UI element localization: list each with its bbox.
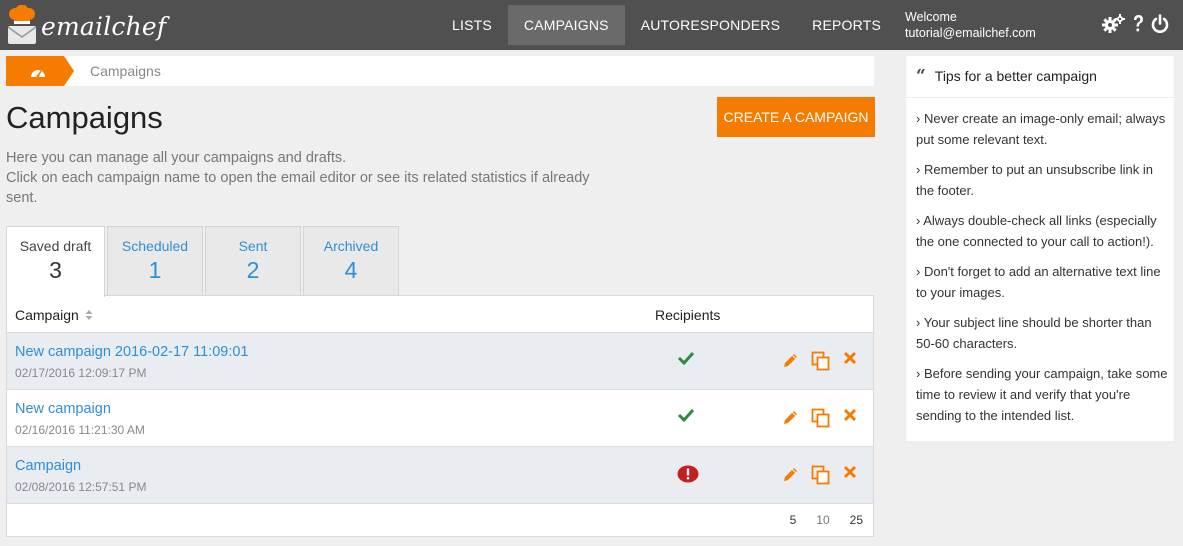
tab-sent[interactable]: Sent 2 xyxy=(205,226,301,295)
tab-archived[interactable]: Archived 4 xyxy=(303,226,399,295)
tip-item: › Always double-check all links (especia… xyxy=(916,213,1157,249)
tip-item: › Your subject line should be shorter th… xyxy=(916,315,1152,351)
description-line-1: Here you can manage all your campaigns a… xyxy=(6,150,347,166)
gears-icon[interactable] xyxy=(1102,14,1125,39)
delete-icon[interactable] xyxy=(843,465,857,484)
campaign-date: 02/16/2016 11:21:30 AM xyxy=(15,423,145,437)
tip-text: Don't forget to add an alternative text … xyxy=(916,264,1161,300)
question-icon[interactable] xyxy=(1132,14,1144,39)
quote-icon: “ xyxy=(916,66,926,86)
tip-item: › Never create an image-only email; alwa… xyxy=(916,111,1166,147)
description-line-2: Click on each campaign name to open the … xyxy=(6,170,590,206)
tab-count: 1 xyxy=(148,257,162,283)
campaign-date: 02/08/2016 12:57:51 PM xyxy=(15,480,147,494)
tab-scheduled[interactable]: Scheduled 1 xyxy=(107,226,203,295)
power-icon[interactable] xyxy=(1151,14,1169,39)
welcome-label: Welcome xyxy=(905,10,957,24)
table-row: New campaign 02/16/2016 11:21:30 AM xyxy=(7,390,873,447)
pencil-icon[interactable] xyxy=(782,408,800,431)
main-nav: LISTS CAMPAIGNS AUTORESPONDERS REPORTS xyxy=(436,5,897,45)
top-icon-group xyxy=(1102,14,1169,39)
campaign-name-link[interactable]: New campaign xyxy=(15,401,111,417)
page-size-option[interactable]: 25 xyxy=(850,513,863,527)
campaigns-table: Campaign Recipients New campaign 2016-02… xyxy=(6,295,874,537)
user-email: tutorial@emailchef.com xyxy=(905,26,1036,40)
nav-campaigns[interactable]: CAMPAIGNS xyxy=(507,5,625,45)
tab-saved-draft[interactable]: Saved draft 3 xyxy=(6,226,105,297)
duplicate-icon[interactable] xyxy=(811,465,831,490)
tab-count: 4 xyxy=(344,257,358,283)
table-row: Campaign 02/08/2016 12:57:51 PM xyxy=(7,447,873,504)
tip-text: Your subject line should be shorter than… xyxy=(916,315,1152,351)
campaign-name-link[interactable]: New campaign 2016-02-17 11:09:01 xyxy=(15,344,249,360)
delete-icon[interactable] xyxy=(843,408,857,427)
campaign-name-link[interactable]: Campaign xyxy=(15,458,81,474)
create-campaign-button[interactable]: CREATE A CAMPAIGN xyxy=(717,97,875,137)
brand-name: emailchef xyxy=(41,11,167,41)
page-size-option[interactable]: 10 xyxy=(816,513,829,527)
table-row: New campaign 2016-02-17 11:09:01 02/17/2… xyxy=(7,333,873,390)
tips-title: Tips for a better campaign xyxy=(934,68,1097,84)
breadcrumb-home[interactable] xyxy=(6,56,74,86)
campaign-date: 02/17/2016 12:09:17 PM xyxy=(15,366,147,380)
tab-label: Scheduled xyxy=(121,238,189,254)
nav-lists[interactable]: LISTS xyxy=(436,5,508,45)
tip-item: › Remember to put an unsubscribe link in… xyxy=(916,162,1154,198)
delete-icon[interactable] xyxy=(843,351,857,370)
check-icon xyxy=(677,408,695,427)
pencil-icon[interactable] xyxy=(782,465,800,488)
breadcrumb: Campaigns xyxy=(6,56,874,86)
tip-text: Remember to put an unsubscribe link in t… xyxy=(916,162,1154,198)
tip-item: › Before sending your campaign, take som… xyxy=(916,366,1168,423)
breadcrumb-current: Campaigns xyxy=(90,63,161,79)
nav-autoresponders[interactable]: AUTORESPONDERS xyxy=(625,5,796,45)
tip-item: › Don't forget to add an alternative tex… xyxy=(916,264,1161,300)
emailchef-logo[interactable]: emailchef xyxy=(6,4,166,46)
dashboard-icon xyxy=(30,65,46,83)
tips-header: “ Tips for a better campaign xyxy=(916,66,1097,86)
tab-label: Sent xyxy=(238,238,268,254)
column-header-campaign[interactable]: Campaign xyxy=(15,307,79,323)
duplicate-icon[interactable] xyxy=(811,408,831,433)
user-welcome: Welcome tutorial@emailchef.com xyxy=(905,9,1036,41)
page-size-selector: 5 10 25 xyxy=(790,513,863,527)
duplicate-icon[interactable] xyxy=(811,351,831,376)
check-icon xyxy=(677,351,695,370)
page-description: Here you can manage all your campaigns a… xyxy=(6,148,606,208)
column-header-recipients: Recipients xyxy=(655,307,721,323)
tab-count: 2 xyxy=(246,257,260,283)
tips-list: › Never create an image-only email; alwa… xyxy=(916,108,1168,435)
tab-label: Saved draft xyxy=(19,238,92,254)
tip-text: Never create an image-only email; always… xyxy=(916,111,1166,147)
tab-count: 3 xyxy=(49,257,62,283)
top-navbar: emailchef LISTS CAMPAIGNS AUTORESPONDERS… xyxy=(0,0,1183,50)
page-size-option[interactable]: 5 xyxy=(790,513,797,527)
page-title: Campaigns xyxy=(6,100,163,135)
chef-envelope-icon xyxy=(6,4,38,45)
warning-icon xyxy=(677,465,699,488)
table-header: Campaign Recipients xyxy=(7,296,873,333)
tab-label: Archived xyxy=(323,238,379,254)
tips-panel: “ Tips for a better campaign › Never cre… xyxy=(906,56,1174,441)
tip-text: Always double-check all links (especiall… xyxy=(916,213,1157,249)
nav-reports[interactable]: REPORTS xyxy=(796,5,897,45)
sort-icon[interactable] xyxy=(85,308,93,326)
tips-divider xyxy=(906,97,1174,98)
pencil-icon[interactable] xyxy=(782,351,800,374)
tip-text: Before sending your campaign, take some … xyxy=(916,366,1168,423)
